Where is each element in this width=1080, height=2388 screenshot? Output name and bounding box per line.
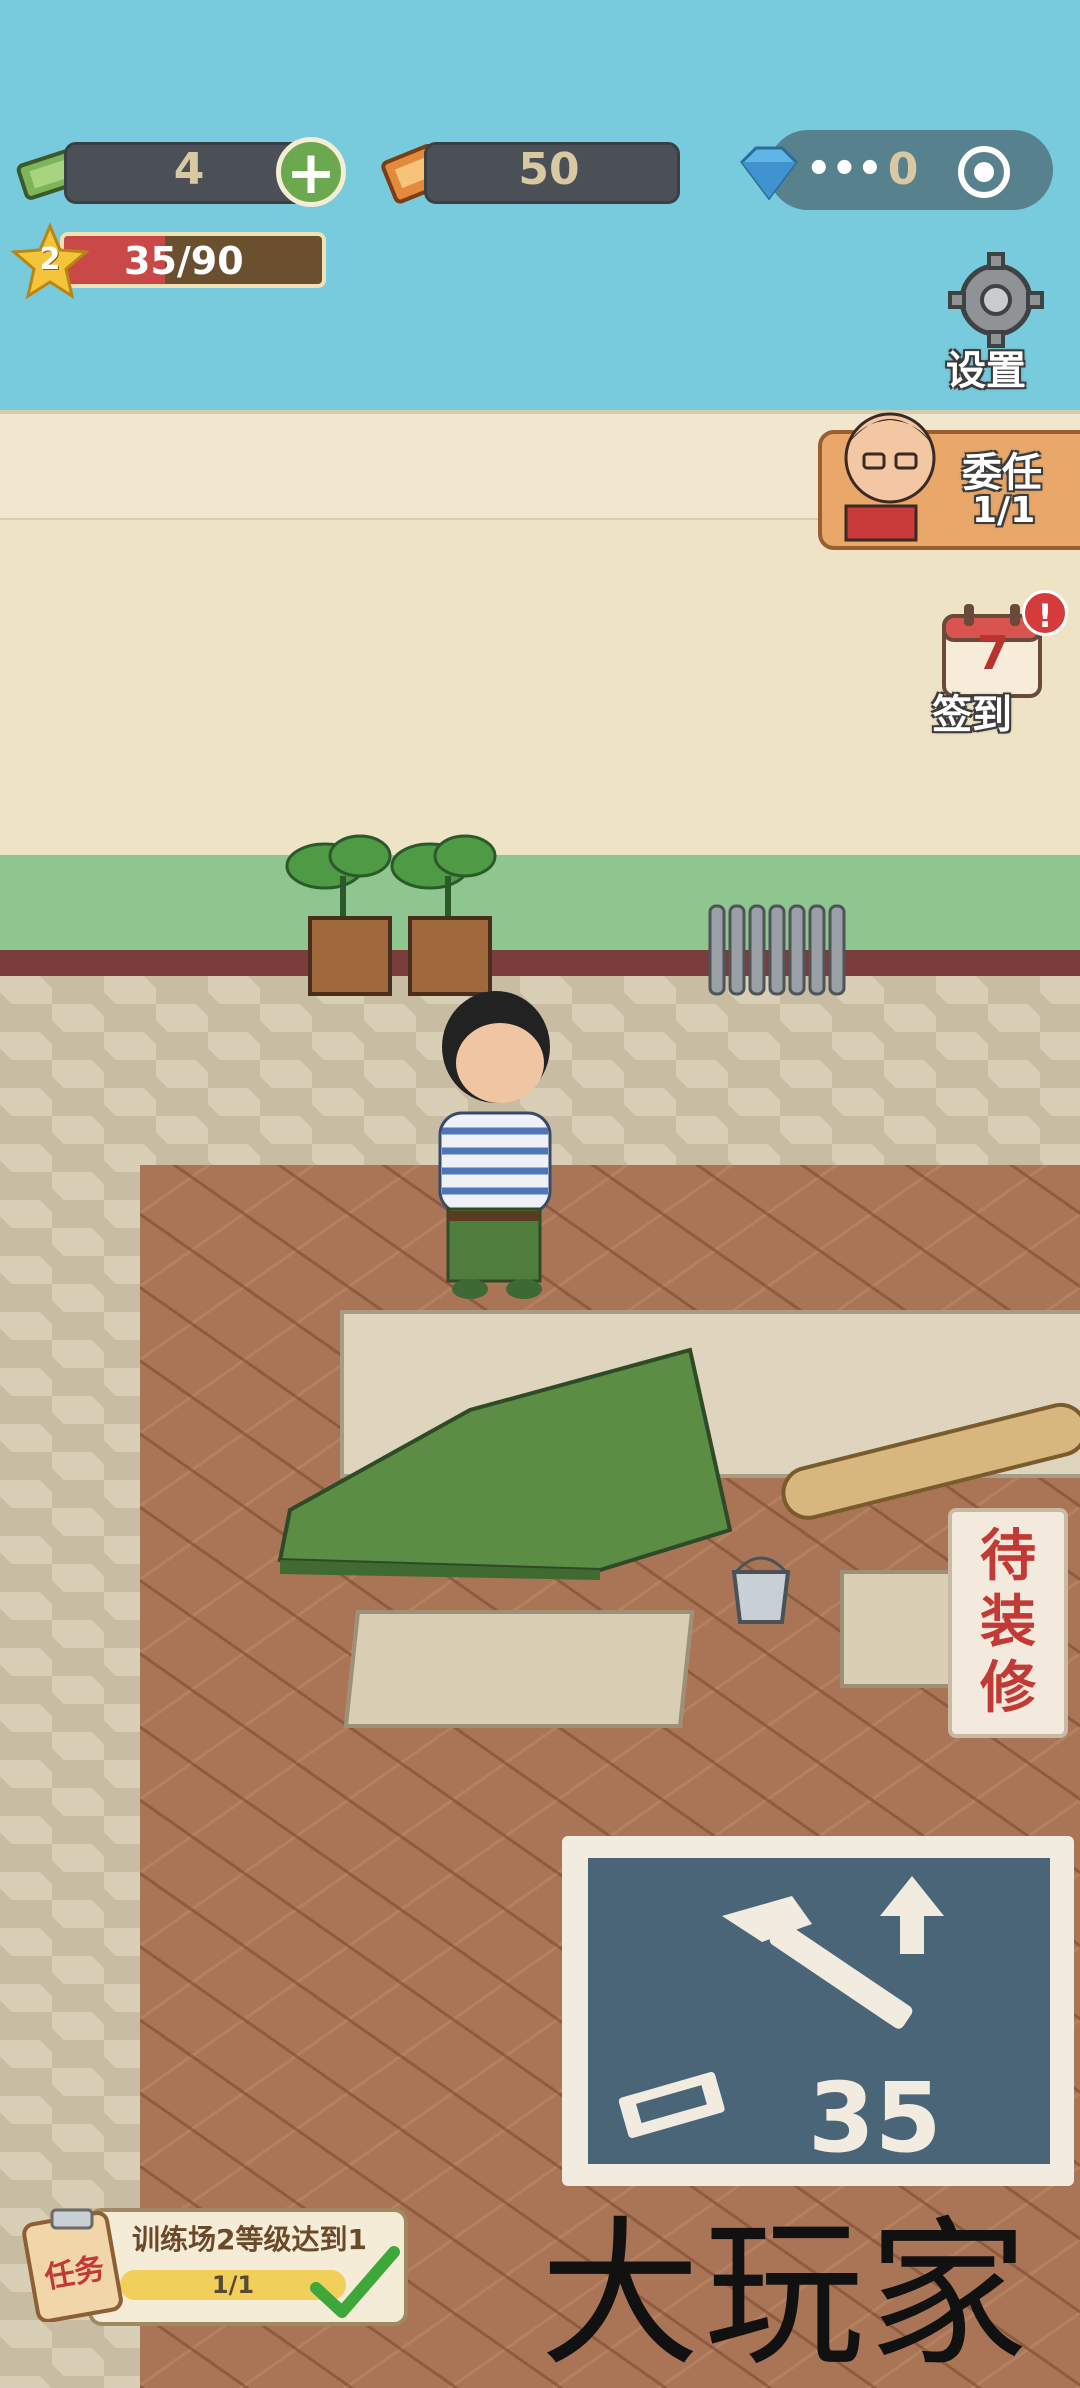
floor-board [343,1610,695,1728]
checkin-day: 7 [976,626,1009,680]
wall [0,520,1080,855]
paint-bucket-icon [731,1556,791,1624]
checkmark-icon [310,2246,400,2318]
diamond-icon [740,146,798,201]
settings-button[interactable]: 设置 [940,252,1050,394]
task-card[interactable]: 训练场2等级达到1 1/1 任务 [20,2204,408,2326]
baseboard [0,855,1080,950]
settings-label: 设置 [946,348,1026,394]
hammer-icon [722,1876,944,2029]
manager-avatar-icon [844,412,936,542]
delegate-count: 1/1 [972,490,1036,531]
sign-text: 待 装 修 [952,1524,1064,1722]
level-number: 2 [39,242,61,277]
delegate-button[interactable]: 委任 1/1 [818,412,1080,550]
upgrade-cost: 35 [808,2062,942,2174]
sign-char-2: 装 [980,1590,1036,1655]
sign-char-1: 待 [980,1524,1036,1589]
add-cash-button[interactable]: + [276,137,346,207]
radiator [708,904,846,996]
gem-value: 0 [887,144,919,195]
cash-cost-icon [618,2072,725,2139]
gear-icon [948,252,1044,348]
potted-plants [285,834,497,996]
green-tarp [277,1347,733,1580]
baseboard-trim [0,950,1080,976]
ticket-value: 50 [518,144,580,195]
upgrade-button[interactable]: 35 [562,1836,1074,2186]
checkin-button[interactable]: 7 ! 签到 [930,590,1070,740]
target-icon [974,162,994,182]
more-options-button[interactable]: ••• [806,134,883,204]
checkin-label: 签到 [932,692,1012,738]
notification-badge: ! [1022,590,1068,636]
renovation-sign: 待 装 修 [948,1508,1068,1738]
cash-value: 4 [173,144,205,195]
close-miniapp-button[interactable] [958,146,1010,198]
xp-text: 35/90 [124,239,244,283]
sign-char-3: 修 [980,1656,1036,1721]
player-character [438,991,552,1299]
watermark: 大玩家 [540,2201,1033,2388]
